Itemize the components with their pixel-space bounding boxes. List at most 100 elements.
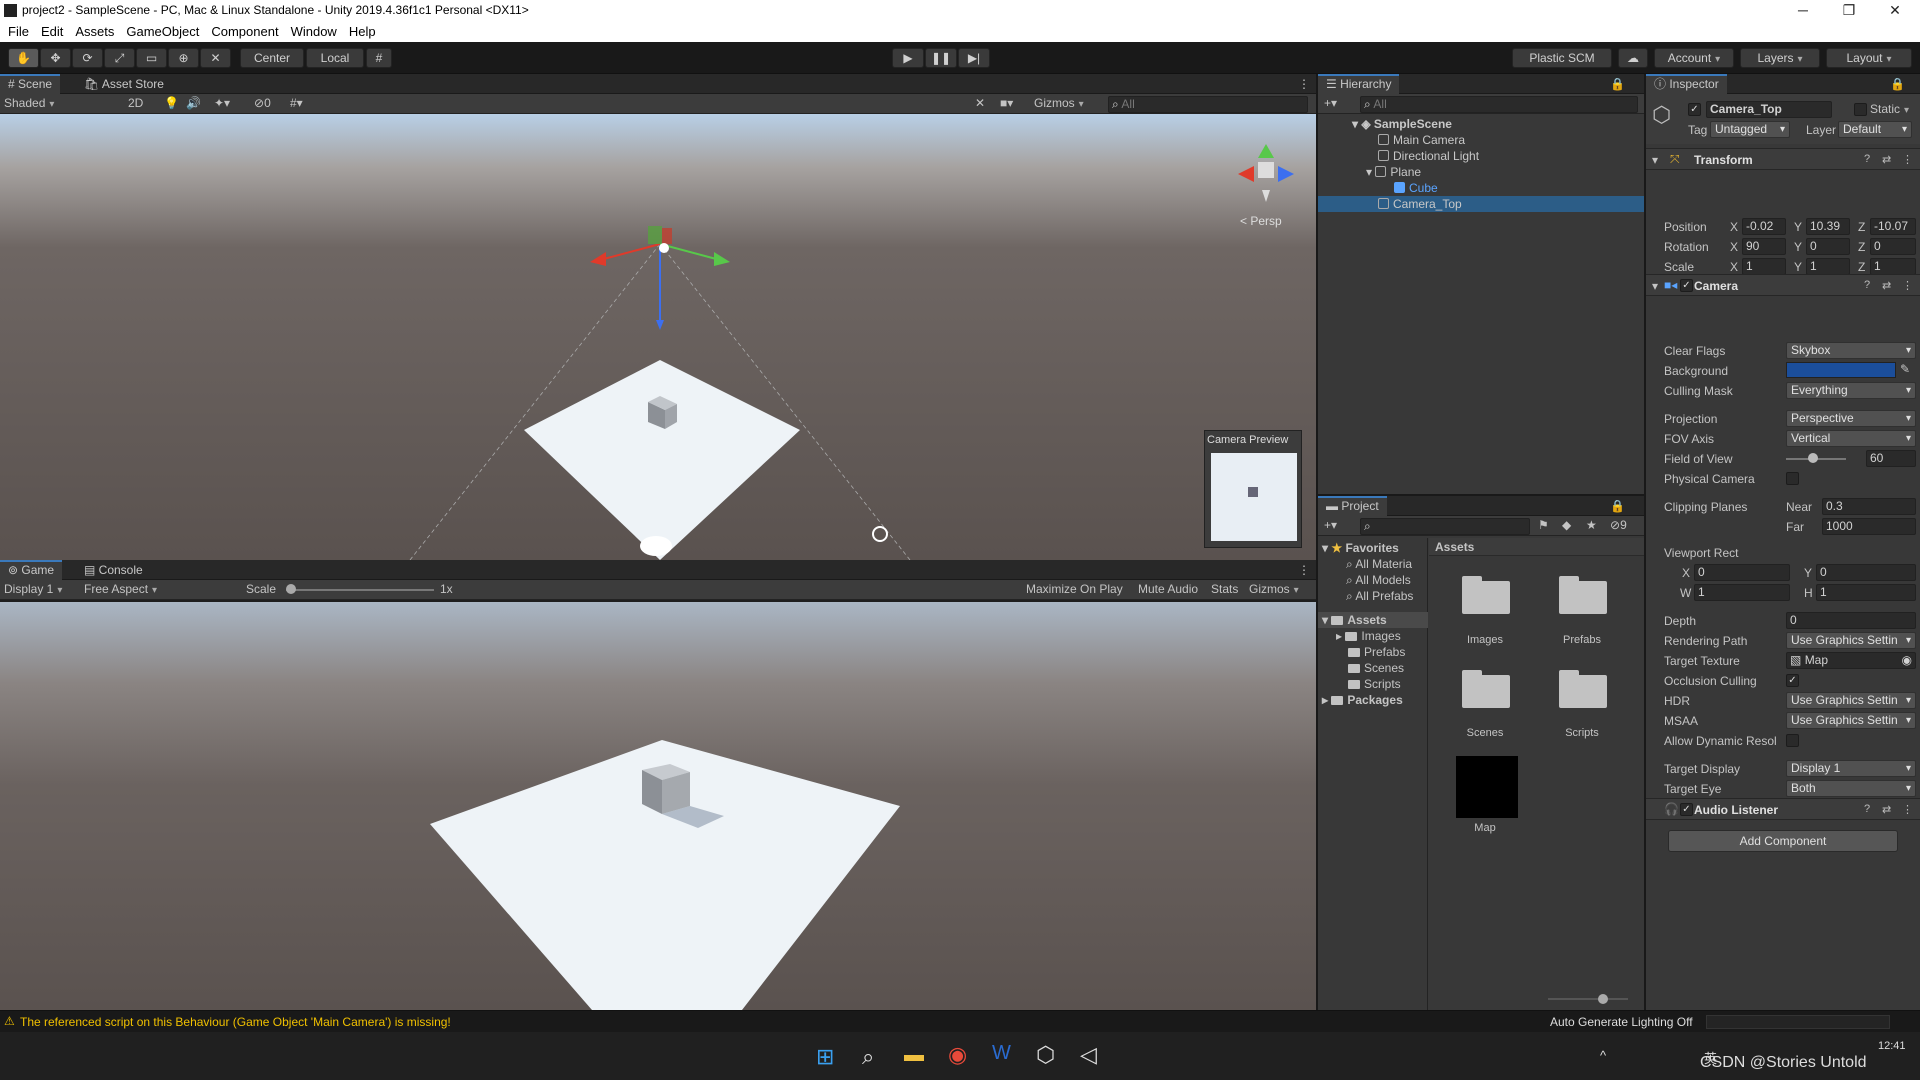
hierarchy-item-cube[interactable]: Cube	[1394, 180, 1438, 196]
viewport-w-field[interactable]: 1	[1694, 584, 1790, 601]
shading-mode-dropdown[interactable]: Shaded	[4, 96, 116, 110]
component-menu-icon[interactable]: ⋮	[1902, 803, 1913, 816]
maximize-button[interactable]: ❐	[1826, 0, 1872, 22]
move-tool-button[interactable]: ✥	[40, 48, 71, 68]
scale-x-field[interactable]: 1	[1742, 258, 1786, 275]
tab-console[interactable]: ▤ Console	[76, 560, 151, 580]
object-picker-icon[interactable]: ◉	[1902, 653, 1912, 668]
layout-dropdown[interactable]: Layout	[1826, 48, 1912, 68]
transform-tool-button[interactable]: ⊕	[168, 48, 199, 68]
viewport-y-field[interactable]: 0	[1816, 564, 1916, 581]
word-icon[interactable]: W	[992, 1042, 1011, 1065]
effects-toggle-icon[interactable]: ✦▾	[214, 96, 230, 110]
fav-all-prefabs[interactable]: ⌕ All Prefabs	[1346, 588, 1413, 604]
tray-chevron-icon[interactable]: ^	[1600, 1048, 1606, 1063]
near-field[interactable]: 0.3	[1822, 498, 1916, 515]
cloud-icon[interactable]: ☁	[1618, 48, 1648, 68]
menu-help[interactable]: Help	[349, 22, 376, 42]
tab-hierarchy[interactable]: ☰ Hierarchy	[1318, 74, 1400, 94]
game-viewport[interactable]	[0, 602, 1316, 1010]
physical-camera-checkbox[interactable]	[1786, 472, 1799, 485]
scene-menu-icon[interactable]: ⋮	[1290, 74, 1318, 94]
help-icon[interactable]: ?	[1864, 279, 1870, 291]
hierarchy-add-button[interactable]: +▾	[1324, 96, 1337, 110]
presets-icon[interactable]: ⇄	[1882, 153, 1891, 166]
viewport-h-field[interactable]: 1	[1816, 584, 1916, 601]
lighting-toggle-icon[interactable]: 💡	[164, 96, 179, 110]
component-menu-icon[interactable]: ⋮	[1902, 153, 1913, 166]
grid-folder-scenes[interactable]	[1462, 670, 1510, 708]
add-component-button[interactable]: Add Component	[1668, 830, 1898, 852]
unity-hub-icon[interactable]: ⬡	[1036, 1042, 1055, 1068]
scene-search-input[interactable]: ⌕ All	[1108, 96, 1308, 113]
rotate-tool-button[interactable]: ⟳	[72, 48, 103, 68]
maximize-on-play-toggle[interactable]: Maximize On Play	[1026, 582, 1123, 596]
windows-start-icon[interactable]: ⊞	[816, 1044, 834, 1070]
clock-time[interactable]: 12:41	[1878, 1040, 1906, 1052]
layers-dropdown[interactable]: Layers	[1740, 48, 1820, 68]
icon-size-slider-thumb[interactable]	[1598, 994, 1608, 1004]
breadcrumb-assets[interactable]: Assets	[1435, 540, 1474, 554]
position-z-field[interactable]: -10.07	[1870, 218, 1916, 235]
scene-root-item[interactable]: ▾ ◈ SampleScene	[1352, 116, 1452, 132]
project-add-button[interactable]: +▾	[1324, 518, 1337, 532]
component-menu-icon[interactable]: ⋮	[1902, 279, 1913, 292]
assets-root-folder[interactable]: ▾ Assets	[1318, 612, 1428, 628]
folder-prefabs[interactable]: Prefabs	[1348, 644, 1405, 660]
play-button[interactable]: ▶	[892, 48, 924, 68]
camera-component-header[interactable]: ▾ ■◂ ✓ Camera ? ⇄ ⋮	[1646, 274, 1920, 296]
game-gizmos-dropdown[interactable]: Gizmos	[1249, 582, 1299, 596]
persp-label[interactable]: < Persp	[1240, 214, 1282, 228]
object-name-field[interactable]: Camera_Top	[1706, 101, 1832, 118]
favorites-folder[interactable]: ▾ ★ Favorites	[1322, 540, 1399, 556]
hierarchy-item-main-camera[interactable]: Main Camera	[1378, 132, 1465, 148]
menu-file[interactable]: File	[8, 22, 29, 42]
close-button[interactable]: ✕	[1872, 0, 1918, 22]
clear-flags-dropdown[interactable]: Skybox	[1786, 342, 1916, 359]
rendering-path-dropdown[interactable]: Use Graphics Settin	[1786, 632, 1916, 649]
folder-images[interactable]: ▸ Images	[1336, 628, 1401, 644]
tools-icon[interactable]: ✕	[975, 96, 985, 110]
custom-tool-button[interactable]: ✕	[200, 48, 231, 68]
audio-listener-header[interactable]: 🎧 ✓ Audio Listener ? ⇄ ⋮	[1646, 798, 1920, 820]
far-field[interactable]: 1000	[1822, 518, 1916, 535]
mute-audio-toggle[interactable]: Mute Audio	[1138, 582, 1198, 596]
viewport-x-field[interactable]: 0	[1694, 564, 1790, 581]
stats-toggle[interactable]: Stats	[1211, 582, 1238, 596]
static-dropdown[interactable]: Static	[1870, 102, 1909, 116]
tab-inspector[interactable]: ⓘ Inspector	[1646, 74, 1727, 94]
account-dropdown[interactable]: Account	[1654, 48, 1734, 68]
chrome-icon[interactable]: ◉	[948, 1042, 967, 1068]
target-texture-field[interactable]: ▧ Map ◉	[1786, 652, 1916, 669]
presets-icon[interactable]: ⇄	[1882, 803, 1891, 816]
tab-project[interactable]: ▬ Project	[1318, 496, 1387, 516]
pivot-center-button[interactable]: Center	[240, 48, 304, 68]
grid-folder-scripts[interactable]	[1559, 670, 1607, 708]
file-explorer-icon[interactable]: ▬	[904, 1044, 924, 1067]
status-warning-text[interactable]: The referenced script on this Behaviour …	[20, 1015, 451, 1029]
project-lock-icon[interactable]: 🔒⋮	[1602, 496, 1644, 533]
hierarchy-item-plane[interactable]: ▾ Plane	[1366, 164, 1421, 180]
filter-by-label-icon[interactable]: ◆	[1562, 518, 1571, 532]
hand-tool-button[interactable]: ✋	[8, 48, 39, 68]
fov-field[interactable]: 60	[1866, 450, 1916, 467]
2d-toggle[interactable]: 2D	[128, 96, 143, 110]
target-eye-dropdown[interactable]: Both	[1786, 780, 1916, 797]
background-color-swatch[interactable]	[1786, 362, 1896, 378]
audio-listener-checkbox[interactable]: ✓	[1680, 803, 1693, 816]
game-menu-icon[interactable]: ⋮	[1290, 560, 1318, 580]
display-dropdown[interactable]: Display 1	[4, 582, 78, 596]
audio-toggle-icon[interactable]: 🔊	[186, 96, 201, 110]
fov-slider-thumb[interactable]	[1808, 453, 1818, 463]
help-icon[interactable]: ?	[1864, 803, 1870, 815]
menu-assets[interactable]: Assets	[75, 22, 114, 42]
grid-toggle-icon[interactable]: #▾	[290, 96, 303, 110]
fav-all-models[interactable]: ⌕ All Models	[1346, 572, 1411, 588]
menu-edit[interactable]: Edit	[41, 22, 63, 42]
scale-y-field[interactable]: 1	[1806, 258, 1850, 275]
aspect-dropdown[interactable]: Free Aspect	[84, 582, 238, 596]
rotation-x-field[interactable]: 90	[1742, 238, 1786, 255]
rotation-y-field[interactable]: 0	[1806, 238, 1850, 255]
scale-z-field[interactable]: 1	[1870, 258, 1916, 275]
hidden-packages-icon[interactable]: ⊘9	[1610, 518, 1627, 532]
